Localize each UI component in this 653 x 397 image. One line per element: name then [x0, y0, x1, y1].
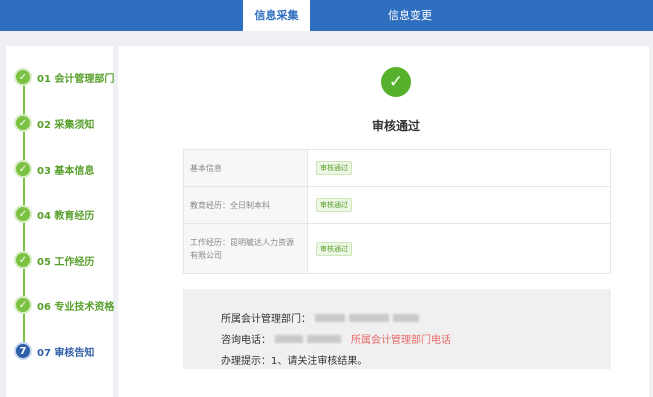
- scrollbar[interactable]: [649, 46, 653, 397]
- step-label: 02 采集须知: [37, 119, 95, 131]
- check-circle-icon: ✓: [381, 67, 411, 97]
- redacted-text: [393, 313, 419, 322]
- step-item-5[interactable]: ✓ 05 工作经历: [14, 250, 94, 270]
- status-badge: 审核通过: [316, 198, 352, 212]
- status-badge: 审核通过: [316, 241, 352, 256]
- step-label: 03 基本信息: [37, 165, 95, 177]
- check-icon: ✓: [14, 160, 32, 178]
- phone-label: 咨询电话：: [221, 335, 271, 346]
- contact-info-box: 所属会计管理部门： 咨询电话： 所属会计管理部门电话 办理提示：1、请关注审核结…: [183, 289, 611, 369]
- row-value: 审核通过: [308, 224, 610, 273]
- step-label: 05 工作经历: [37, 256, 95, 268]
- top-nav-bar: 信息采集 信息变更: [0, 0, 653, 31]
- step-label: 07 审核告知: [37, 347, 95, 359]
- table-row: 工作经历：昆明毓达人力资源有限公司 审核通过: [184, 223, 610, 273]
- step-number-badge: 7: [14, 342, 32, 360]
- check-icon: ✓: [14, 114, 32, 132]
- tab-info-change[interactable]: 信息变更: [375, 0, 445, 31]
- row-label: 基本信息: [184, 150, 308, 186]
- redacted-text: [315, 313, 345, 322]
- dept-label: 所属会计管理部门：: [221, 314, 311, 325]
- tab-info-collection[interactable]: 信息采集: [243, 0, 310, 31]
- check-icon: ✓: [14, 68, 32, 86]
- tip-line: 办理提示：1、请关注审核结果。: [221, 349, 611, 370]
- step-item-1[interactable]: ✓ 01 会计管理部门: [14, 67, 114, 87]
- row-label: 工作经历：昆明毓达人力资源有限公司: [184, 224, 308, 273]
- check-icon: ✓: [14, 251, 32, 269]
- row-label: 教育经历：全日制本科: [184, 187, 308, 223]
- step-label: 04 教育经历: [37, 210, 95, 222]
- table-row: 基本信息 审核通过: [184, 150, 610, 186]
- review-result-title: 审核通过: [371, 119, 420, 133]
- redacted-text: [307, 334, 341, 343]
- tip-text: 办理提示：1、请关注审核结果。: [221, 356, 368, 367]
- step-item-6[interactable]: ✓ 06 专业技术资格: [14, 295, 114, 315]
- row-value: 审核通过: [308, 150, 610, 186]
- step-item-3[interactable]: ✓ 03 基本信息: [14, 159, 94, 179]
- table-row: 教育经历：全日制本科 审核通过: [184, 186, 610, 223]
- step-item-2[interactable]: ✓ 02 采集须知: [14, 113, 94, 133]
- step-label: 06 专业技术资格: [37, 301, 115, 313]
- redacted-text: [349, 313, 389, 322]
- step-item-4[interactable]: ✓ 04 教育经历: [14, 204, 94, 224]
- status-badge: 审核通过: [316, 161, 352, 175]
- redacted-text: [275, 334, 303, 343]
- step-item-7[interactable]: 7 07 审核告知: [14, 341, 94, 361]
- phone-line: 咨询电话： 所属会计管理部门电话: [221, 328, 611, 349]
- check-icon: ✓: [14, 205, 32, 223]
- phone-note: 所属会计管理部门电话: [351, 335, 451, 346]
- row-value: 审核通过: [308, 187, 610, 223]
- dept-line: 所属会计管理部门：: [221, 307, 611, 328]
- step-label: 01 会计管理部门: [37, 73, 115, 85]
- review-table: 基本信息 审核通过 教育经历：全日制本科 审核通过 工作经历：昆明毓达人力资源有…: [183, 149, 611, 274]
- check-icon: ✓: [14, 296, 32, 314]
